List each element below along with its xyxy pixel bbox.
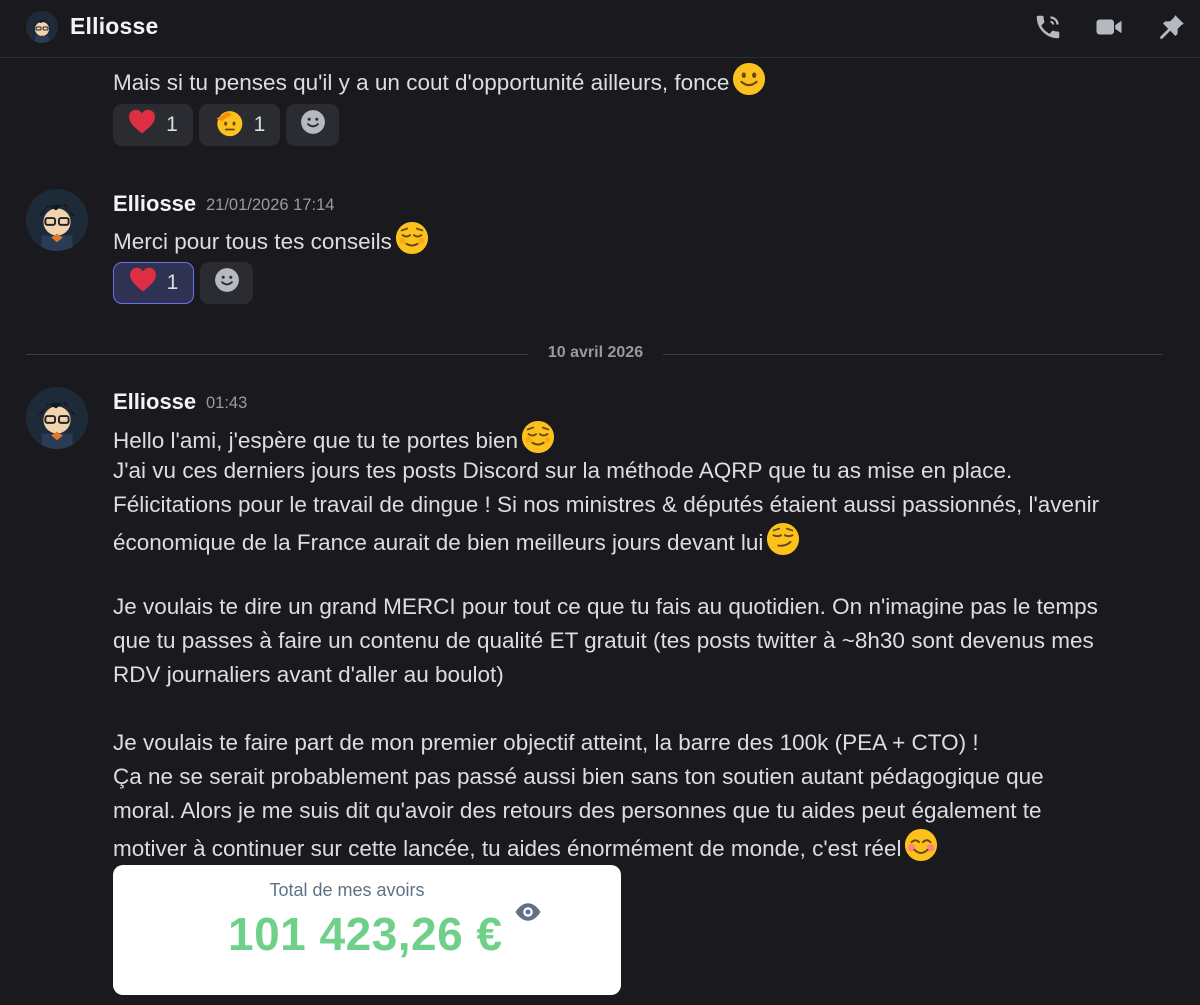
avatar-illustration xyxy=(26,11,58,43)
message-content: Mais si tu penses qu'il y a un cout d'op… xyxy=(113,70,730,95)
saluting-face-emoji xyxy=(214,107,244,143)
date-divider-line-right xyxy=(663,354,1163,355)
message-line: J'ai vu ces derniers jours tes posts Dis… xyxy=(113,458,1013,483)
add-reaction-icon xyxy=(300,109,326,141)
add-reaction-button[interactable] xyxy=(200,262,253,304)
message-timestamp: 21/01/2026 17:14 xyxy=(206,196,335,214)
avatar-illustration xyxy=(26,189,88,251)
message-line: Félicitations pour le travail de dingue … xyxy=(113,492,1100,517)
reaction-salute[interactable]: 1 xyxy=(199,104,280,146)
author-avatar[interactable] xyxy=(26,387,88,449)
message-line: Je voulais te dire un grand MERCI pour t… xyxy=(113,594,1098,619)
add-reaction-icon xyxy=(214,267,240,299)
add-reaction-button[interactable] xyxy=(286,104,339,146)
attachment-amount: 101 423,26 € xyxy=(228,908,503,960)
slightly-smiling-face-emoji xyxy=(732,62,766,106)
header-avatar[interactable] xyxy=(26,11,58,43)
reaction-heart-active[interactable]: 1 xyxy=(113,262,194,304)
message-content: économique de la France aurait de bien m… xyxy=(113,530,764,555)
relieved-face-emoji xyxy=(395,221,429,265)
video-camera-icon[interactable] xyxy=(1094,12,1124,42)
message-line: RDV journaliers avant d'aller au boulot) xyxy=(113,662,504,687)
message-content: Merci pour tous tes conseils xyxy=(113,229,392,254)
date-divider-label: 10 avril 2026 xyxy=(547,344,644,361)
eye-icon xyxy=(513,901,543,928)
message-timestamp: 01:43 xyxy=(206,394,248,412)
message-line: Je voulais te faire part de mon premier … xyxy=(113,730,979,755)
smirking-face-emoji xyxy=(766,522,800,566)
reaction-count: 1 xyxy=(166,271,179,294)
smiling-face-emoji xyxy=(904,828,938,872)
message-content: motiver à continuer sur cette lancée, tu… xyxy=(113,836,902,861)
previous-message-text: Mais si tu penses qu'il y a un cout d'op… xyxy=(113,62,766,106)
message-line: moral. Alors je me suis dit qu'avoir des… xyxy=(113,798,1042,823)
attachment-label: Total de mes avoirs xyxy=(269,880,425,900)
channel-title: Elliosse xyxy=(70,13,159,39)
author-name[interactable]: Elliosse xyxy=(113,389,196,415)
red-heart-emoji xyxy=(129,267,157,299)
message-1-text: Merci pour tous tes conseils xyxy=(113,221,429,265)
author-avatar[interactable] xyxy=(26,189,88,251)
reaction-count: 1 xyxy=(166,113,178,136)
message-content: Hello l'ami, j'espère que tu te portes b… xyxy=(113,428,519,453)
channel-header: Elliosse xyxy=(0,0,1200,58)
avatar-illustration xyxy=(26,387,88,449)
message-line: Ça ne se serait probablement pas passé a… xyxy=(113,764,1044,789)
reaction-count: 1 xyxy=(253,113,266,136)
phone-call-icon[interactable] xyxy=(1033,12,1063,42)
date-divider-line-left xyxy=(26,354,528,355)
image-attachment[interactable]: Total de mes avoirs 101 423,26 € xyxy=(113,865,621,995)
reaction-heart[interactable]: 1 xyxy=(113,104,193,146)
message-line: que tu passes à faire un contenu de qual… xyxy=(113,628,1094,653)
author-name[interactable]: Elliosse xyxy=(113,191,196,217)
message-line: économique de la France aurait de bien m… xyxy=(113,522,800,566)
red-heart-emoji xyxy=(128,109,156,141)
pin-icon[interactable] xyxy=(1157,12,1187,42)
